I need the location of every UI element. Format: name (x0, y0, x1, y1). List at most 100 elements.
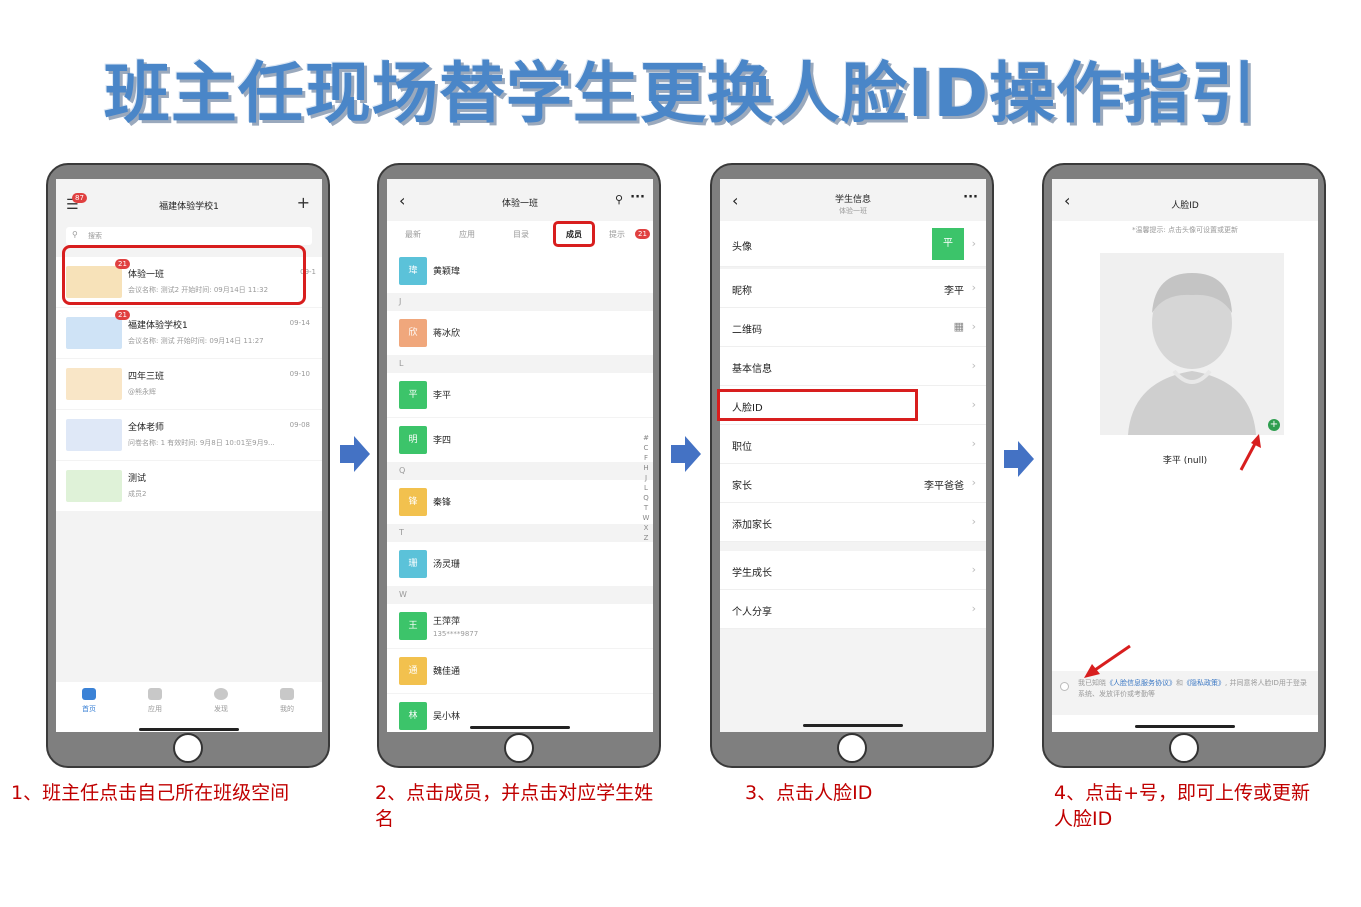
alphabet-index[interactable]: # C F H J L Q T W X Z (641, 433, 651, 543)
person-icon (280, 688, 294, 700)
member-avatar: 瑋 (399, 257, 427, 285)
section-header: W (387, 586, 653, 604)
caption-step-2: 2、点击成员，并点击对应学生姓名 (375, 782, 654, 830)
chevron-right-icon: › (971, 515, 976, 528)
index-letter[interactable]: # (641, 433, 651, 443)
home-button[interactable] (504, 733, 534, 763)
home-button[interactable] (837, 733, 867, 763)
apps-icon (148, 688, 162, 700)
section-header: T (387, 524, 653, 542)
tab-directory[interactable]: 目录 (513, 229, 529, 240)
top-bar: ‹ 人脸ID (1052, 179, 1318, 221)
member-name: 蒋冰欣 (433, 329, 461, 339)
add-photo-button[interactable]: + (1268, 419, 1280, 431)
caption-step-4: 4、点击+号，即可上传或更新人脸ID (1054, 782, 1311, 830)
home-indicator (1135, 725, 1235, 728)
agreement-checkbox[interactable] (1060, 682, 1069, 691)
tab-latest[interactable]: 最新 (405, 229, 421, 240)
agreement-prefix: 我已知晓 (1078, 679, 1106, 687)
step-arrow-icon (340, 436, 370, 472)
plus-icon[interactable]: + (297, 193, 310, 212)
index-letter[interactable]: T (641, 503, 651, 513)
member-row[interactable]: 锋 秦锋 (387, 480, 653, 524)
index-letter[interactable]: C (641, 443, 651, 453)
section-header: L (387, 355, 653, 373)
index-letter[interactable]: L (641, 483, 651, 493)
search-icon[interactable]: ⚲ (615, 193, 623, 206)
member-row[interactable]: 珊 汤灵珊 (387, 542, 653, 586)
row-nickname[interactable]: 昵称 李平 › (720, 269, 986, 308)
tab-apps[interactable]: 应用 (459, 229, 475, 240)
privacy-policy-link[interactable]: 《隐私政策》 (1183, 679, 1225, 687)
row-position[interactable]: 职位 › (720, 425, 986, 464)
index-letter[interactable]: H (641, 463, 651, 473)
chat-row-teachers[interactable]: 全体老师 问卷名称: 1 有效时间: 9月8日 10:01至9月9... 09-… (56, 410, 322, 460)
home-indicator (803, 724, 903, 727)
more-icon[interactable]: ··· (963, 190, 978, 205)
compass-icon (214, 688, 228, 700)
step-arrow-icon (1004, 441, 1034, 477)
row-avatar[interactable]: 头像 平 › (720, 221, 986, 267)
page-title: 人脸ID (1171, 201, 1199, 211)
row-subtitle: 问卷名称: 1 有效时间: 9月8日 10:01至9月9... (128, 439, 275, 447)
row-time: 09-14 (289, 319, 310, 327)
more-icon[interactable]: ··· (630, 190, 645, 205)
member-avatar: 欣 (399, 319, 427, 347)
thumbnail-image (66, 419, 122, 451)
member-row[interactable]: 瑋 黄颖瑋 (387, 249, 653, 293)
agreement-text: 我已知晓《人脸信息服务协议》和《隐私政策》, 并同意将人脸ID用于登录系统、发放… (1078, 678, 1310, 700)
search-icon: ⚲ (72, 230, 78, 239)
index-letter[interactable]: X (641, 523, 651, 533)
row-title: 全体老师 (128, 423, 165, 433)
chat-row-school[interactable]: 21 福建体验学校1 会议名称: 测试 开始时间: 09月14日 11:27 0… (56, 308, 322, 358)
row-value: 李平爸爸 (924, 481, 964, 492)
row-label: 昵称 (732, 286, 752, 297)
chat-row-test[interactable]: 测试 成员2 (56, 461, 322, 511)
home-icon (82, 688, 96, 700)
caption-step-1: 1、班主任点击自己所在班级空间 (11, 782, 290, 804)
index-letter[interactable]: Z (641, 533, 651, 543)
row-share[interactable]: 个人分享 › (720, 590, 986, 629)
member-row-liping[interactable]: 平 李平 (387, 373, 653, 417)
student-name: 李平 (null) (1162, 456, 1208, 466)
member-row[interactable]: 欣 蒋冰欣 (387, 311, 653, 355)
member-avatar: 平 (399, 381, 427, 409)
home-button[interactable] (173, 733, 203, 763)
index-letter[interactable]: J (641, 473, 651, 483)
person-silhouette-icon (1128, 273, 1256, 435)
row-qrcode[interactable]: 二维码 ▦ › (720, 308, 986, 347)
chevron-right-icon: › (971, 398, 976, 411)
search-input[interactable]: ⚲ 搜索 (66, 227, 312, 245)
home-button[interactable] (1169, 733, 1199, 763)
row-growth[interactable]: 学生成长 › (720, 551, 986, 590)
row-time: 09-08 (289, 421, 310, 429)
tab-tips[interactable]: 提示 (609, 229, 625, 240)
index-letter[interactable]: Q (641, 493, 651, 503)
index-letter[interactable]: W (641, 513, 651, 523)
chevron-right-icon: › (971, 476, 976, 489)
member-row[interactable]: 通 魏佳通 (387, 649, 653, 693)
screen-members: ‹ 体验一班 ⚲ ··· 最新 应用 目录 成员 提示 21 瑋 黄颖瑋 J 欣… (387, 179, 653, 732)
row-title: 福建体验学校1 (128, 321, 188, 331)
index-letter[interactable]: F (641, 453, 651, 463)
member-name: 汤灵珊 (433, 560, 461, 570)
row-parent[interactable]: 家长 李平爸爸 › (720, 464, 986, 503)
row-basic-info[interactable]: 基本信息 › (720, 347, 986, 386)
top-bar: ☰ 87 福建体验学校1 + (56, 179, 322, 221)
member-row[interactable]: 明 李四 (387, 418, 653, 462)
tips-badge: 21 (635, 229, 650, 239)
chevron-right-icon: › (971, 359, 976, 372)
face-photo[interactable] (1100, 253, 1284, 435)
screen-student-info: ‹ 学生信息 体验一班 ··· 头像 平 › 昵称 李平 › 二维码 ▦ › 基… (720, 179, 986, 732)
chevron-right-icon: › (971, 320, 976, 333)
member-avatar: 锋 (399, 488, 427, 516)
row-subtitle: 会议名称: 测试 开始时间: 09月14日 11:27 (128, 337, 264, 345)
row-add-parent[interactable]: 添加家长 › (720, 503, 986, 542)
pointer-arrow-agreement (1084, 644, 1131, 678)
page-subtitle: 体验一班 (839, 207, 867, 215)
member-name: 王萍萍 (433, 617, 461, 627)
member-row[interactable]: 王 王萍萍 135****9877 (387, 604, 653, 648)
face-service-agreement-link[interactable]: 《人脸信息服务协议》 (1106, 679, 1176, 687)
chat-row-grade4[interactable]: 四年三班 @熊永辉 09-10 (56, 359, 322, 409)
row-label: 添加家长 (732, 520, 772, 531)
